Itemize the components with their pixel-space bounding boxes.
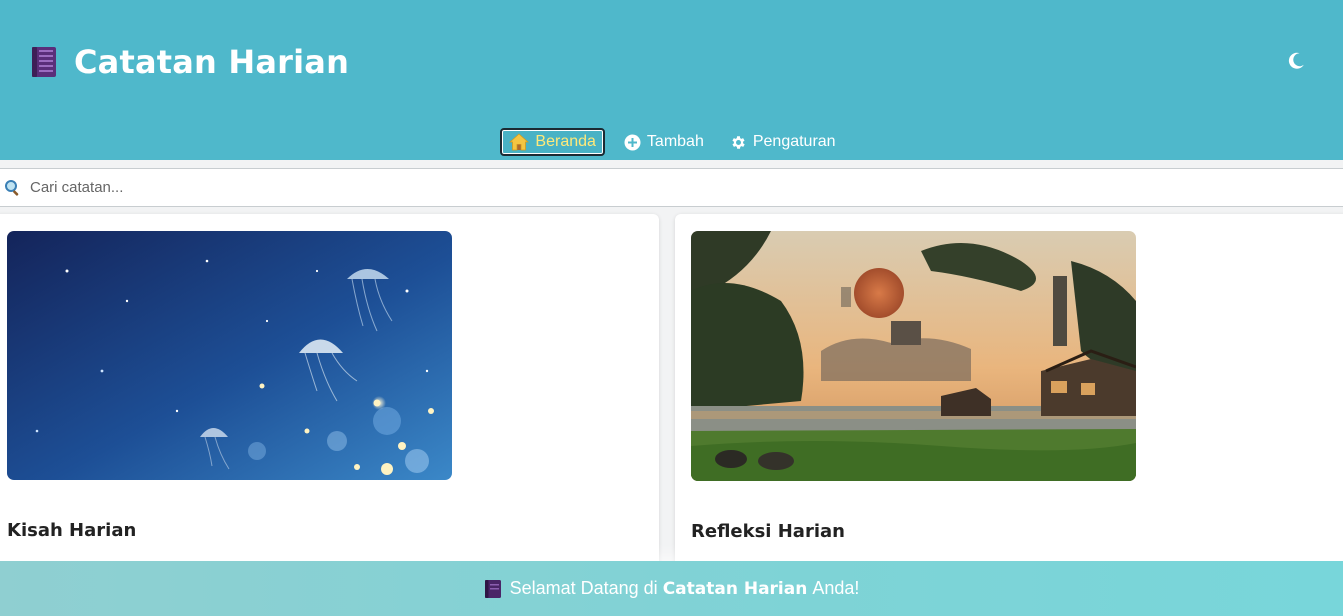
gear-icon [732, 135, 745, 149]
note-card[interactable]: Refleksi Harian [675, 214, 1343, 574]
search-bar [0, 168, 1343, 207]
nav-item-label: Beranda [535, 133, 596, 150]
welcome-footer: Selamat Datang di Catatan Harian Anda! [0, 561, 1343, 616]
main-nav: Beranda Tambah Pengaturan [0, 124, 1343, 160]
card-title: Kisah Harian [7, 520, 137, 541]
home-icon [509, 133, 530, 151]
moon-icon [1288, 52, 1304, 69]
nav-item-label: Pengaturan [752, 133, 836, 150]
footer-brand: Catatan Harian [662, 578, 808, 599]
search-icon [5, 179, 19, 196]
footer-prefix: Selamat Datang di [509, 578, 658, 598]
theme-toggle-button[interactable] [1283, 48, 1309, 74]
footer-suffix: Anda! [812, 578, 860, 598]
nav-item-pengaturan[interactable]: Pengaturan [723, 130, 843, 154]
card-image-jellyfish [7, 231, 452, 480]
nav-item-label: Tambah [646, 133, 704, 150]
nav-item-tambah[interactable]: Tambah [617, 130, 711, 154]
book-icon [484, 579, 501, 598]
plus-circle-icon [624, 134, 641, 150]
notes-grid: Kisah Harian Refleksi Harian [0, 214, 1343, 574]
card-image-sunset-village [691, 231, 1136, 481]
card-title: Refleksi Harian [691, 521, 845, 542]
brand[interactable]: Catatan Harian [30, 43, 349, 81]
book-icon [30, 46, 58, 78]
nav-item-beranda[interactable]: Beranda [500, 128, 605, 156]
app-title: Catatan Harian [74, 43, 350, 81]
search-input[interactable] [30, 179, 1330, 196]
note-card[interactable]: Kisah Harian [0, 214, 659, 574]
app-header: Catatan Harian [0, 0, 1343, 124]
